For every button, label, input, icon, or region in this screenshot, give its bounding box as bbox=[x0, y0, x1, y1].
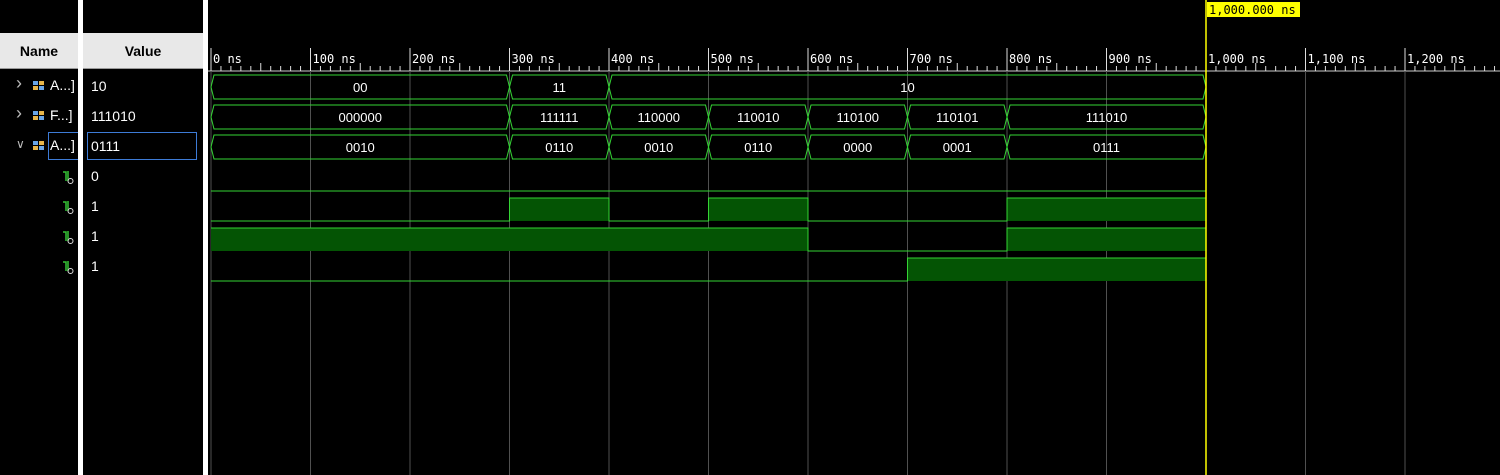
time-tick-label: 100 ns bbox=[313, 52, 356, 66]
signal-value: 10 bbox=[91, 78, 107, 94]
time-tick-label: 1,200 ns bbox=[1407, 52, 1465, 66]
name-header-label: Name bbox=[19, 42, 59, 59]
time-tick-label: 800 ns bbox=[1009, 52, 1052, 66]
signal-value: 1 bbox=[91, 198, 99, 214]
bit-signal-icon bbox=[63, 261, 74, 274]
signal-value-row[interactable]: 0111 bbox=[83, 132, 203, 162]
time-tick-label: 0 ns bbox=[213, 52, 242, 66]
ruler-top-band bbox=[208, 0, 1500, 33]
bit-signal-icon bbox=[63, 171, 74, 184]
expand-chevron-icon[interactable]: › bbox=[16, 103, 22, 124]
bus-value-label: 0010 bbox=[346, 140, 375, 155]
cursor-time-label: 1,000.000 ns bbox=[1209, 3, 1296, 17]
time-tick-label: 700 ns bbox=[910, 52, 953, 66]
bus-value-label: 0110 bbox=[545, 140, 573, 155]
time-ruler bbox=[208, 33, 1500, 71]
signal-value-row[interactable]: 0 bbox=[83, 162, 203, 192]
high-level-fill bbox=[1007, 198, 1206, 221]
waveform-panel[interactable]: 0 ns 100 ns 200 ns 300 ns 400 ns 500 ns 600 ns… bbox=[208, 0, 1500, 475]
signal-value: 0 bbox=[91, 168, 99, 184]
time-tick-label: 1,000 ns bbox=[1208, 52, 1266, 66]
bus-value-label: 110100 bbox=[837, 110, 879, 125]
bus-value-label: 0010 bbox=[644, 140, 673, 155]
signal-value-row[interactable]: 10 bbox=[83, 72, 203, 102]
signal-value: 0111 bbox=[91, 138, 121, 154]
value-header-label: Value bbox=[124, 42, 162, 59]
time-tick-label: 900 ns bbox=[1109, 52, 1152, 66]
signal-value-row[interactable]: 111010 bbox=[83, 102, 203, 132]
time-tick-label: 500 ns bbox=[711, 52, 754, 66]
bus-value-label: 111111 bbox=[540, 110, 579, 125]
signal-name: F...] bbox=[50, 107, 73, 123]
value-column-header[interactable]: Value bbox=[83, 33, 203, 69]
bus-value-label: 0111 bbox=[1093, 140, 1120, 155]
bus-icon bbox=[33, 81, 44, 90]
bus-value-label: 110000 bbox=[638, 110, 680, 125]
signal-name-row[interactable] bbox=[0, 252, 78, 282]
waveform-canvas[interactable]: 0 ns 100 ns 200 ns 300 ns 400 ns 500 ns 600 ns… bbox=[208, 0, 1500, 475]
expand-chevron-icon[interactable]: › bbox=[16, 73, 22, 94]
high-level-fill bbox=[1007, 228, 1206, 251]
bus-value-label: 0000 bbox=[843, 140, 872, 155]
time-tick-label: 200 ns bbox=[412, 52, 455, 66]
signal-name-row[interactable]: › A...] bbox=[0, 72, 78, 102]
signal-value: 1 bbox=[91, 228, 99, 244]
signal-name-row[interactable] bbox=[0, 192, 78, 222]
bus-value-label: 00 bbox=[353, 80, 367, 95]
high-level-fill bbox=[907, 258, 1206, 281]
signal-name-row[interactable] bbox=[0, 222, 78, 252]
signal-value-row[interactable]: 1 bbox=[83, 252, 203, 282]
signal-value: 111010 bbox=[91, 108, 136, 124]
high-level-fill bbox=[509, 198, 609, 221]
bus-value-label: 0001 bbox=[943, 140, 972, 155]
selection-highlight bbox=[48, 132, 78, 160]
signal-value: 1 bbox=[91, 258, 99, 274]
bus-value-label: 110010 bbox=[737, 110, 779, 125]
names-panel: Name › A...] › F...] ∨ A...] bbox=[0, 0, 78, 475]
signal-name-row[interactable] bbox=[0, 162, 78, 192]
values-panel: Value 10 111010 0111 0 1 1 1 bbox=[83, 0, 203, 475]
bus-icon bbox=[33, 111, 44, 120]
bit-signal-icon bbox=[63, 231, 74, 244]
bus-icon bbox=[33, 141, 44, 150]
high-level-fill bbox=[211, 228, 808, 251]
bus-value-label: 10 bbox=[900, 80, 914, 95]
time-tick-label: 600 ns bbox=[810, 52, 853, 66]
bus-value-label: 110101 bbox=[936, 110, 978, 125]
bus-value-label: 0110 bbox=[744, 140, 772, 155]
bus-value-label: 11 bbox=[553, 80, 567, 95]
high-level-fill bbox=[708, 198, 808, 221]
signal-name-row[interactable]: › F...] bbox=[0, 102, 78, 132]
collapse-chevron-icon[interactable]: ∨ bbox=[16, 137, 25, 151]
bus-value-label: 000000 bbox=[339, 110, 382, 125]
bit-signal-icon bbox=[63, 201, 74, 214]
signal-value-row[interactable]: 1 bbox=[83, 192, 203, 222]
signal-name: A...] bbox=[50, 77, 75, 93]
time-tick-label: 300 ns bbox=[512, 52, 555, 66]
name-column-header[interactable]: Name bbox=[0, 33, 78, 69]
time-tick-label: 1,100 ns bbox=[1308, 52, 1366, 66]
bus-value-label: 111010 bbox=[1086, 110, 1127, 125]
time-tick-label: 400 ns bbox=[611, 52, 654, 66]
signal-value-row[interactable]: 1 bbox=[83, 222, 203, 252]
